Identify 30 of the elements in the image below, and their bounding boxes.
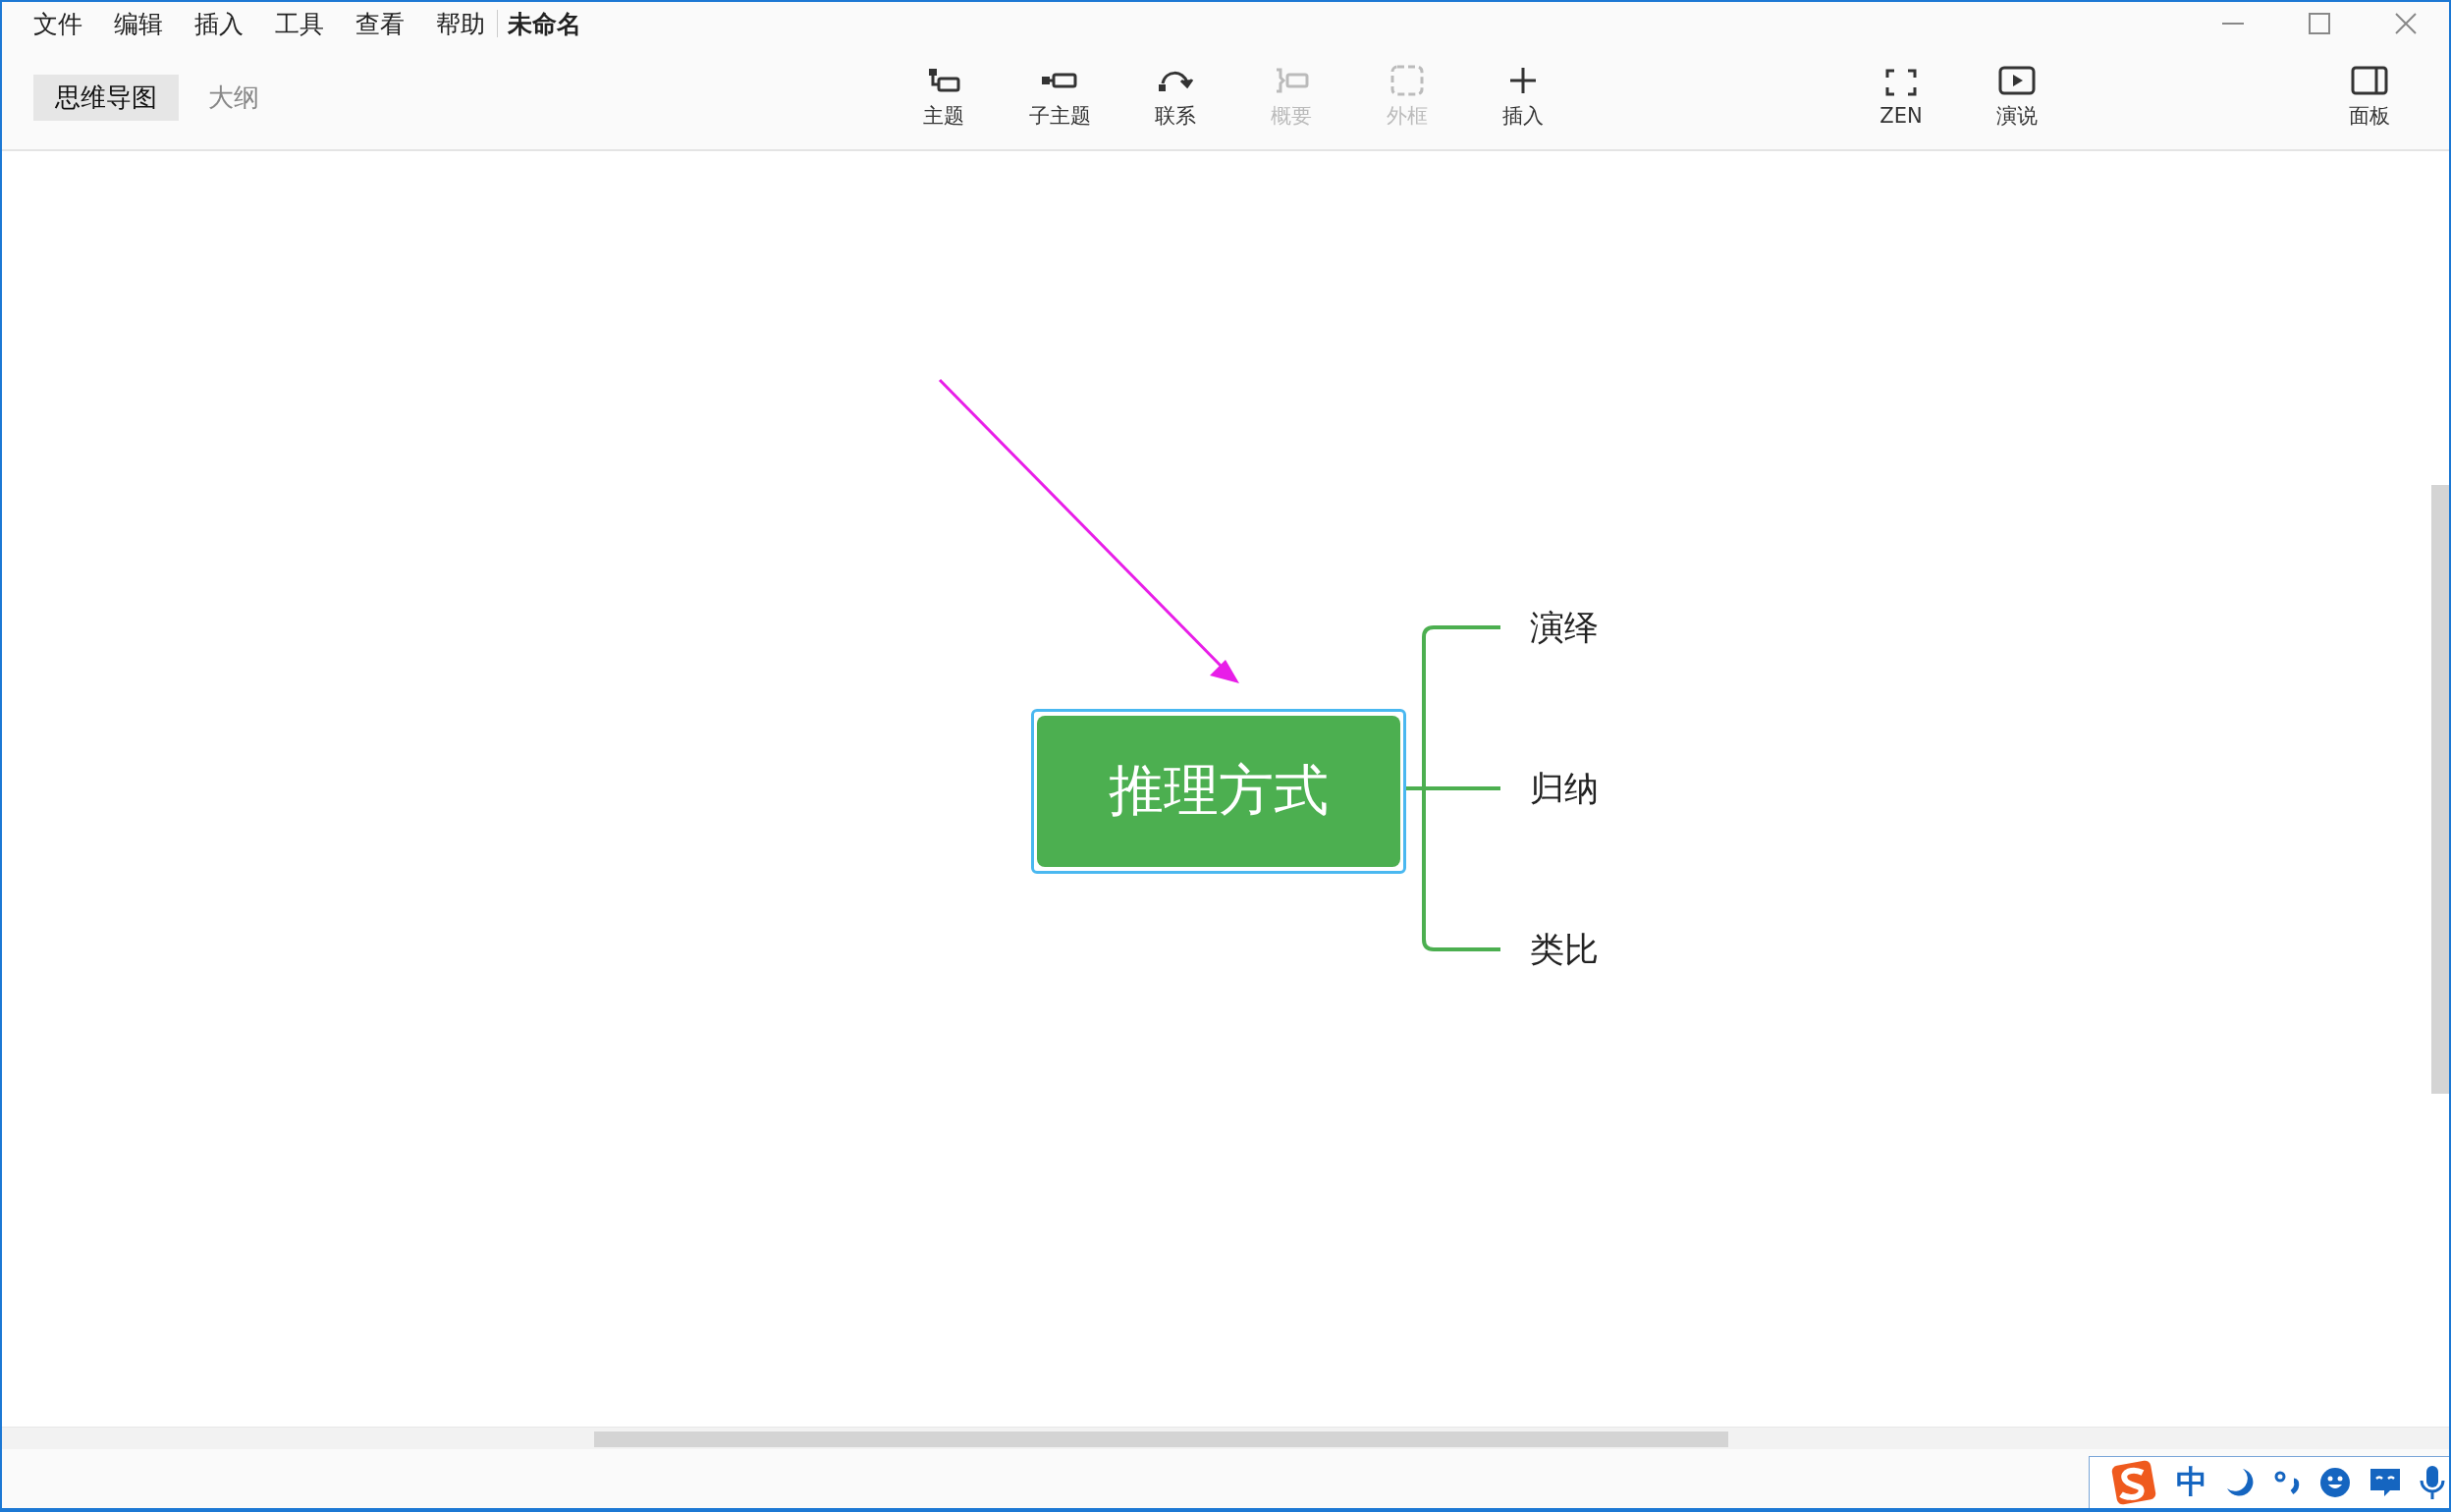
moon-icon[interactable] [2225, 1467, 2255, 1498]
minimize-icon[interactable] [2222, 22, 2244, 26]
toolbar-button[interactable]: 演说 [1959, 58, 2075, 136]
menu-item[interactable]: 查看 [355, 7, 405, 40]
side-panel-icon [2350, 65, 2389, 96]
subtopic[interactable]: 类比 [1530, 926, 1599, 973]
horizontal-scrollbar[interactable] [594, 1431, 1728, 1447]
toolbar-button[interactable]: 主题 [886, 58, 1002, 136]
menu-item[interactable]: 插入 [194, 7, 244, 40]
toolbar-button[interactable]: 面板 [2312, 58, 2427, 136]
smiley-icon[interactable] [2319, 1467, 2351, 1498]
ime-mode[interactable]: 中 [2176, 1461, 2207, 1504]
menu-item[interactable]: 文件 [33, 7, 82, 40]
menu-item[interactable]: 帮助 [436, 7, 485, 40]
subtopic[interactable]: 归纳 [1530, 765, 1599, 812]
menu-item[interactable]: 编辑 [114, 7, 163, 40]
maximize-icon[interactable] [2309, 13, 2330, 34]
microphone-icon[interactable] [2420, 1465, 2445, 1500]
vertical-scrollbar[interactable] [2431, 485, 2449, 1094]
document-title: 未命名 [508, 8, 581, 40]
play-icon [1997, 65, 2037, 96]
toolbar-button[interactable]: 子主题 [1002, 58, 1117, 136]
subtopic[interactable]: 演绎 [1530, 604, 1599, 651]
toolbar-button[interactable]: 插入 [1465, 58, 1581, 136]
toolbar-button[interactable]: 联系 [1117, 58, 1233, 136]
toolbar-button[interactable]: ZEN [1843, 58, 1959, 136]
keyboard-face-icon[interactable] [2369, 1467, 2402, 1498]
view-tab[interactable]: 思维导图 [33, 74, 179, 121]
menu-item[interactable]: 工具 [275, 7, 324, 40]
close-icon[interactable] [2395, 13, 2417, 34]
